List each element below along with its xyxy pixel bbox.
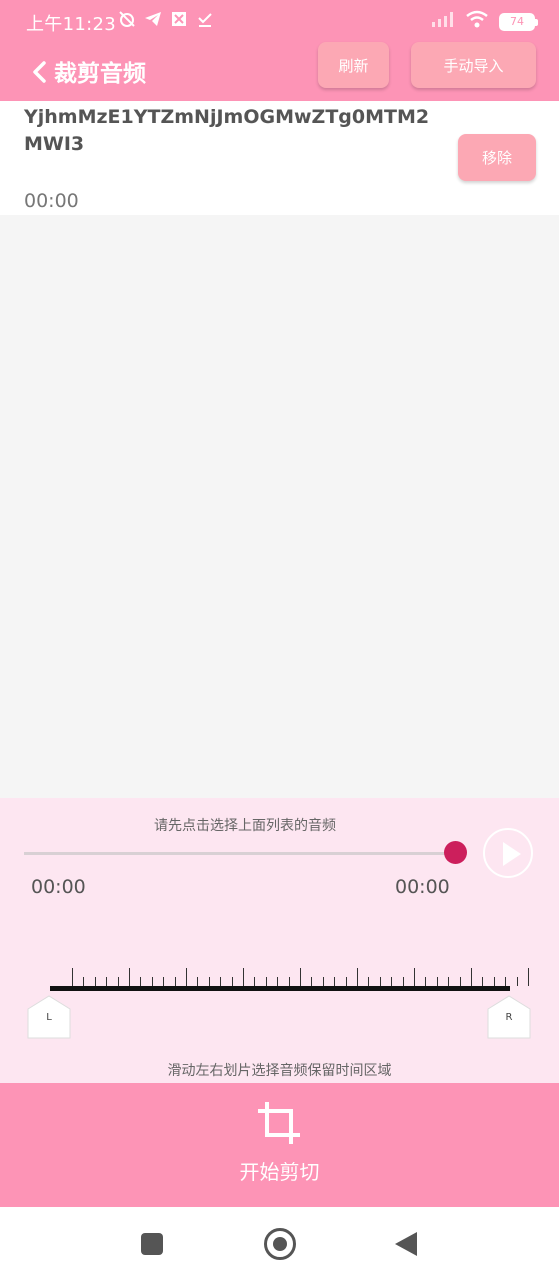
play-icon[interactable] xyxy=(483,828,533,878)
ruler-tick xyxy=(402,977,404,986)
right-range-handle[interactable]: R xyxy=(487,995,531,1039)
wifi-icon xyxy=(465,10,489,33)
home-icon[interactable] xyxy=(264,1228,296,1260)
ruler-tick xyxy=(345,977,347,986)
seek-bar-thumb[interactable] xyxy=(444,841,467,864)
list-item[interactable]: YjhmMzE1YTZmNjJmOGMwZTg0MTM2MWI3 00:00 移… xyxy=(0,101,559,215)
ruler-tick xyxy=(186,968,187,986)
ruler-tick xyxy=(140,977,142,986)
ruler-tick xyxy=(174,977,176,986)
remove-button[interactable]: 移除 xyxy=(458,134,536,181)
ruler-tick xyxy=(254,977,256,986)
start-cut-button[interactable]: 开始剪切 xyxy=(0,1083,559,1207)
ruler-tick xyxy=(277,977,279,986)
audio-duration: 00:00 xyxy=(24,190,79,212)
battery-icon: 74 xyxy=(499,12,538,31)
ruler-tick xyxy=(208,977,210,986)
total-time: 00:00 xyxy=(395,876,450,898)
alarm-off-icon xyxy=(118,10,136,28)
signal-icon xyxy=(431,11,455,32)
ruler-tick xyxy=(368,977,370,986)
refresh-button[interactable]: 刷新 xyxy=(318,42,389,88)
system-nav-bar xyxy=(0,1207,559,1280)
ruler-tick xyxy=(459,977,461,986)
system-status-icons: 74 xyxy=(431,10,538,33)
select-audio-hint: 请先点击选择上面列表的音频 xyxy=(154,818,336,834)
ruler-tick xyxy=(334,977,336,986)
download-done-icon xyxy=(196,10,214,28)
recents-icon[interactable] xyxy=(141,1233,163,1255)
left-handle-label: L xyxy=(46,1012,52,1023)
left-range-handle[interactable]: L xyxy=(27,995,71,1039)
ruler-tick xyxy=(471,968,472,986)
telegram-icon xyxy=(144,10,162,28)
ruler-tick xyxy=(311,977,313,986)
ruler-tick xyxy=(436,977,438,986)
ruler-tick xyxy=(243,968,244,986)
audio-player-panel: 请先点击选择上面列表的音频 00:00 00:00 L R 滑动左右划片选择音频… xyxy=(0,798,559,1083)
ruler-tick xyxy=(151,977,153,986)
ruler-tick xyxy=(391,977,393,986)
ruler-tick xyxy=(482,977,484,986)
audio-file-name: YjhmMzE1YTZmNjJmOGMwZTg0MTM2MWI3 xyxy=(24,106,430,155)
ruler-tick xyxy=(197,977,199,986)
ruler-tick xyxy=(117,977,119,986)
ruler-tick xyxy=(448,977,450,986)
notification-icons xyxy=(118,10,214,28)
ruler-tick xyxy=(379,977,381,986)
nav-back-icon[interactable] xyxy=(395,1232,417,1256)
ruler-tick xyxy=(322,977,324,986)
current-time: 00:00 xyxy=(31,876,86,898)
status-time: 上午11:23 xyxy=(26,14,116,35)
ruler-tick xyxy=(265,977,267,986)
ruler-tick xyxy=(425,977,427,986)
ruler-tick xyxy=(528,968,529,986)
ruler-tick xyxy=(163,977,165,986)
app-header: 上午11:23 74 裁剪音频 刷新 手动导入 xyxy=(0,0,559,101)
ruler-tick xyxy=(220,977,222,986)
ruler-tick xyxy=(357,968,358,986)
ruler-tick xyxy=(94,977,96,986)
status-bar: 上午11:23 74 xyxy=(0,0,559,40)
ruler-tick xyxy=(505,977,507,986)
ruler-tick xyxy=(414,968,415,986)
start-cut-label: 开始剪切 xyxy=(239,1160,320,1184)
seek-bar-track[interactable] xyxy=(24,852,455,855)
ruler-tick xyxy=(300,968,301,986)
ruler-tick xyxy=(288,977,290,986)
ruler-tick xyxy=(516,977,518,986)
ruler-tick xyxy=(231,977,233,986)
range-select-hint: 滑动左右划片选择音频保留时间区域 xyxy=(167,1063,392,1079)
time-ruler xyxy=(50,968,529,992)
right-handle-label: R xyxy=(505,1012,513,1023)
ruler-tick xyxy=(493,977,495,986)
back-arrow-icon[interactable] xyxy=(30,57,50,87)
app-notification-icon xyxy=(170,10,188,28)
ruler-tick xyxy=(106,977,108,986)
ruler-tick xyxy=(129,968,130,986)
ruler-tick xyxy=(83,977,85,986)
crop-icon xyxy=(258,1102,300,1144)
page-title: 裁剪音频 xyxy=(54,61,146,87)
audio-list: YjhmMzE1YTZmNjJmOGMwZTg0MTM2MWI3 00:00 移… xyxy=(0,101,559,798)
ruler-baseline xyxy=(50,986,510,991)
ruler-tick xyxy=(72,968,73,986)
manual-import-button[interactable]: 手动导入 xyxy=(411,42,536,88)
